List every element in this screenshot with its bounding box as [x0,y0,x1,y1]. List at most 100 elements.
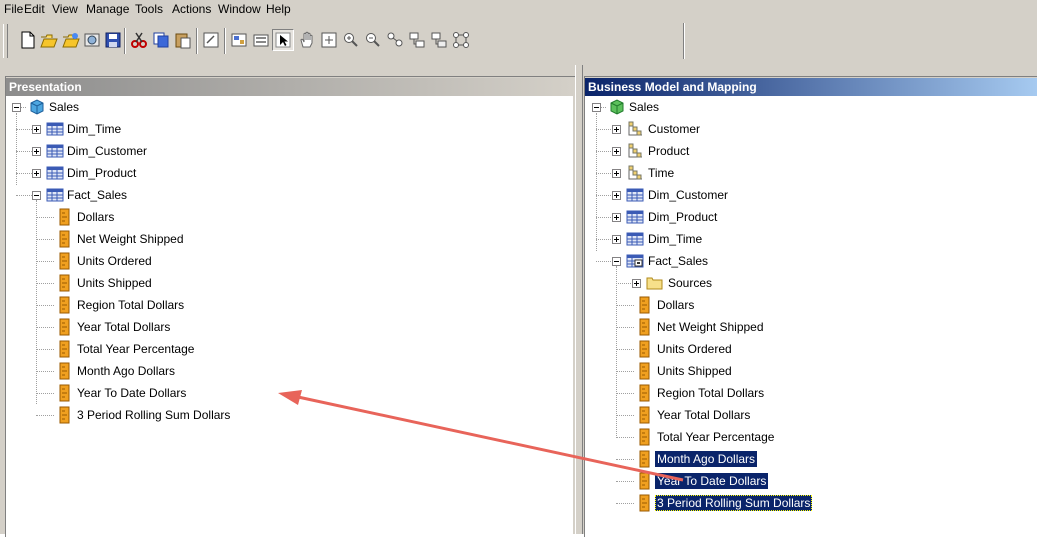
node-label: Dim_Product [67,166,137,180]
column-icon [59,296,70,314]
collapse-icon[interactable] [592,103,601,112]
presentation-panel: Presentation Sales Dim_Time Dim_Customer… [6,78,573,534]
node-label: Dim_Time [67,122,122,136]
table-icon [46,166,64,180]
join-icon[interactable] [450,29,472,51]
query-icon[interactable] [250,29,272,51]
column-icon [59,318,70,336]
open-icon[interactable] [38,29,60,51]
column-icon [639,318,650,336]
node-label: Dim_Product [648,210,718,224]
save-icon[interactable] [102,29,124,51]
menu-window[interactable]: Window [218,2,261,16]
new-object-icon[interactable] [228,29,250,51]
node-label: Fact_Sales [67,188,128,202]
node-label: Total Year Percentage [657,430,775,444]
table-icon [46,144,64,158]
expand-icon[interactable] [32,147,41,156]
toolbar [0,19,1037,65]
node-label: Year Total Dollars [657,408,751,422]
toolbar-grip[interactable] [3,24,8,58]
node-label: Month Ago Dollars [655,451,758,467]
node-label: Dim_Customer [67,144,148,158]
node-label: Region Total Dollars [657,386,765,400]
node-label: Customer [648,122,701,136]
expand-icon[interactable] [632,279,641,288]
column-icon [639,428,650,446]
table-icon [626,210,644,224]
new-icon[interactable] [17,29,39,51]
column-icon [59,208,70,226]
node-label: Fact_Sales [648,254,709,268]
pan-hand-icon[interactable] [296,29,318,51]
table-icon [46,122,64,136]
column-icon [59,406,70,424]
expand-icon[interactable] [32,125,41,134]
expand-icon[interactable] [612,235,621,244]
menu-tools[interactable]: Tools [135,2,163,16]
menu-help[interactable]: Help [266,2,291,16]
node-label: Dim_Customer [648,188,729,202]
column-icon [639,494,650,512]
menu-actions[interactable]: Actions [172,2,211,16]
column-icon [639,296,650,314]
expand-icon[interactable] [612,169,621,178]
physical-diagram-icon[interactable] [406,29,428,51]
toolbar-separator [224,28,226,54]
toolbar-separator [196,28,198,54]
expand-icon[interactable] [32,169,41,178]
column-icon [639,362,650,380]
node-label: Year Total Dollars [77,320,171,334]
table-icon [626,188,644,202]
table-icon [626,232,644,246]
node-label: 3 Period Rolling Sum Dollars [77,408,231,422]
menu-bar: File Edit View Manage Tools Actions Wind… [0,0,1037,18]
column-icon [639,340,650,358]
column-icon [639,384,650,402]
cube-icon [30,99,44,115]
node-label: Product [648,144,690,158]
node-label: Net Weight Shipped [77,232,184,246]
zoom-in-icon[interactable] [340,29,362,51]
collapse-icon[interactable] [12,103,21,112]
business-diagram-icon[interactable] [428,29,450,51]
panel-splitter[interactable] [575,65,583,534]
node-label: Month Ago Dollars [77,364,176,378]
column-icon [639,472,650,490]
panel-title: Business Model and Mapping [585,78,1037,96]
column-icon [59,340,70,358]
node-label: Time [648,166,675,180]
select-pointer-icon[interactable] [272,29,294,51]
node-label: Units Shipped [77,276,152,290]
node-label: 3 Period Rolling Sum Dollars [655,495,813,511]
copy-icon[interactable] [150,29,172,51]
menu-file[interactable]: File [4,2,23,16]
collapse-icon[interactable] [612,257,621,266]
paste-icon[interactable] [172,29,194,51]
node-label: Units Shipped [657,364,732,378]
node-label: Year To Date Dollars [77,386,187,400]
zoom-out-icon[interactable] [362,29,384,51]
open-online-icon[interactable] [60,29,82,51]
diagram-icon[interactable] [384,29,406,51]
business-model-panel: Business Model and Mapping Sales Custome… [585,78,1037,534]
zoom-fit-icon[interactable] [318,29,340,51]
node-label: Units Ordered [657,342,732,356]
properties-icon[interactable] [200,29,222,51]
menu-view[interactable]: View [52,2,78,16]
expand-icon[interactable] [612,191,621,200]
cut-icon[interactable] [128,29,150,51]
expand-icon[interactable] [612,125,621,134]
expand-icon[interactable] [612,147,621,156]
column-icon [59,362,70,380]
folder-icon [646,277,663,290]
column-icon [639,450,650,468]
menu-edit[interactable]: Edit [24,2,45,16]
node-label: Net Weight Shipped [657,320,764,334]
collapse-icon[interactable] [32,191,41,200]
menu-manage[interactable]: Manage [86,2,129,16]
expand-icon[interactable] [612,213,621,222]
admin-tool-window: File Edit View Manage Tools Actions Wind… [0,0,1037,537]
import-icon[interactable] [81,29,103,51]
hierarchy-icon [628,143,642,158]
